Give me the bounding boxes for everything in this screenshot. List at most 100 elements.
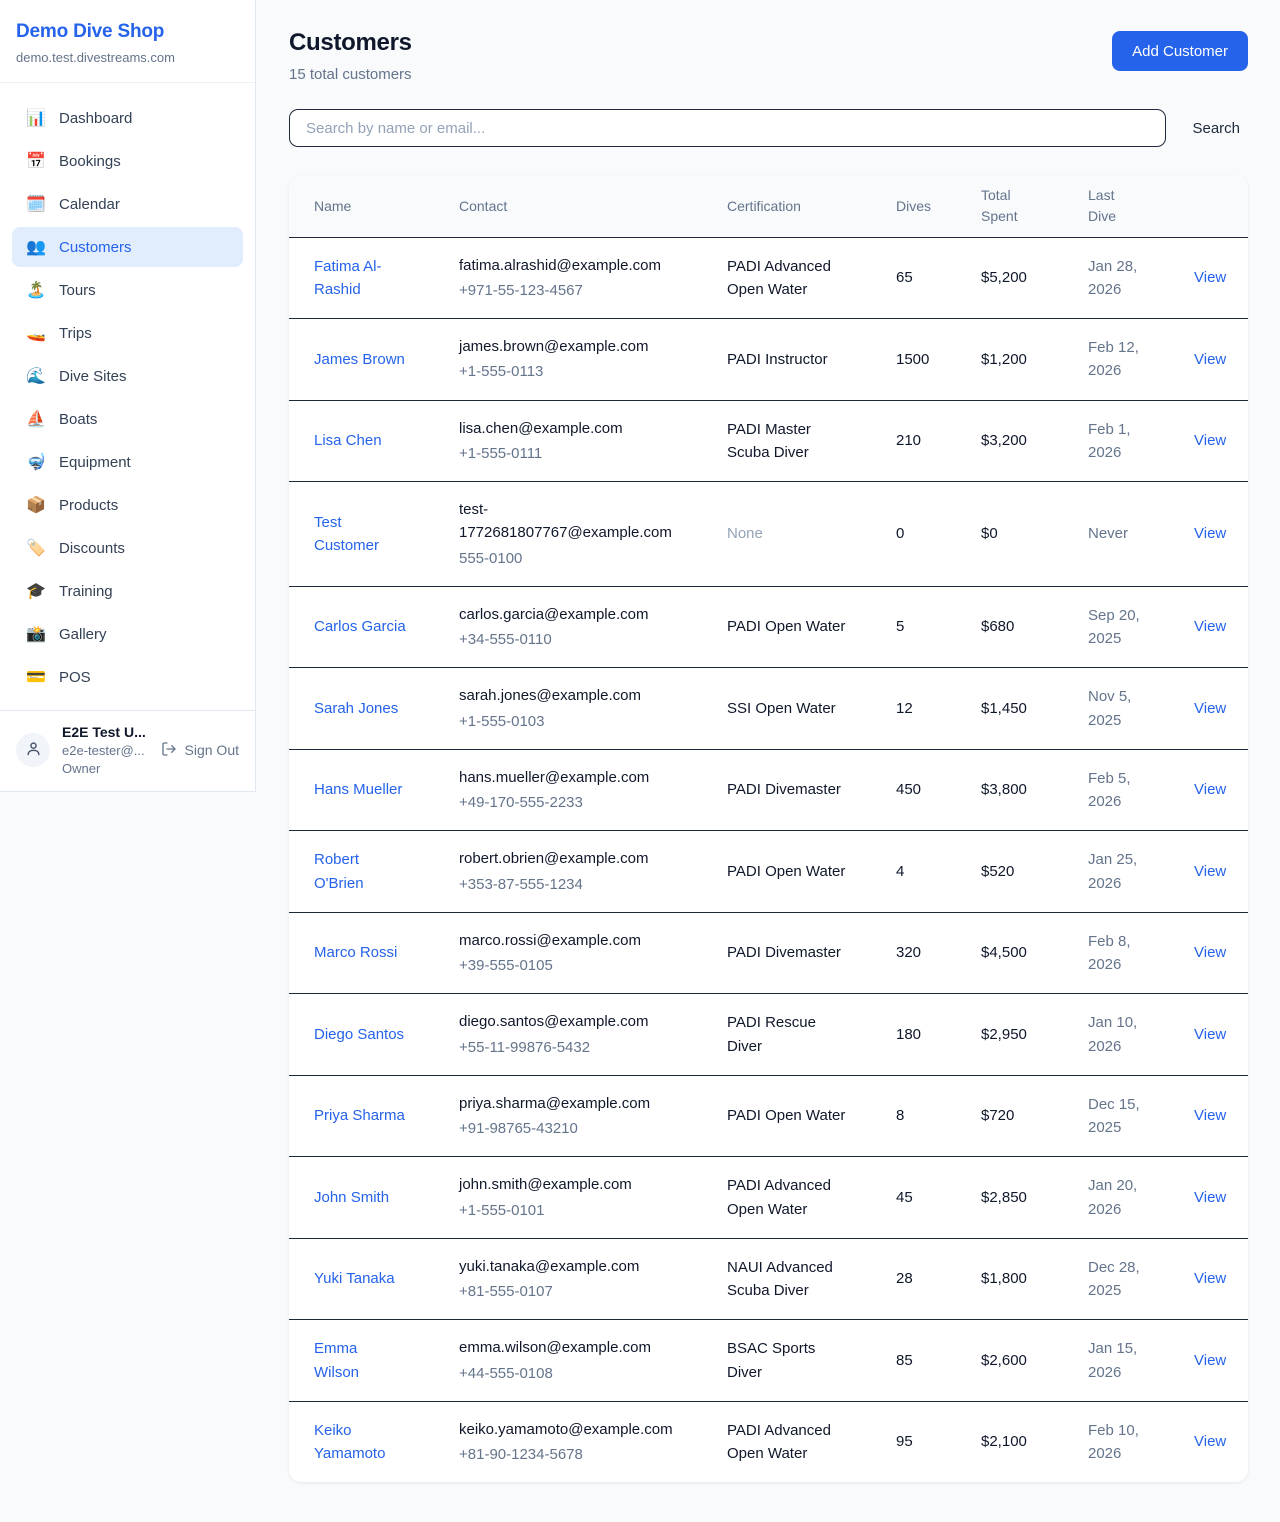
sidebar-item-trips[interactable]: 🚤 Trips [12, 313, 243, 353]
view-link[interactable]: View [1194, 1270, 1226, 1287]
customer-phone: +1-555-0101 [459, 1199, 709, 1222]
customer-certification: PADI Advanced Open Water [727, 1419, 849, 1466]
sidebar-item-tours[interactable]: 🏝️ Tours [12, 270, 243, 310]
customer-name-link[interactable]: Carlos Garcia [314, 615, 406, 638]
customer-last-dive: Jan 20, 2026 [1088, 1174, 1152, 1221]
customer-email: yuki.tanaka@example.com [459, 1255, 677, 1278]
view-link[interactable]: View [1194, 1352, 1226, 1369]
customer-last-dive: Jan 25, 2026 [1088, 848, 1152, 895]
customer-email: sarah.jones@example.com [459, 684, 677, 707]
user-icon [25, 740, 42, 761]
customer-name-link[interactable]: John Smith [314, 1186, 389, 1209]
table-row: Hans Mueller hans.mueller@example.com +4… [289, 749, 1248, 831]
customer-certification: PADI Rescue Diver [727, 1011, 849, 1058]
customer-total-spent: $2,850 [981, 1189, 1027, 1206]
customer-name-link[interactable]: Sarah Jones [314, 697, 398, 720]
table-row: Diego Santos diego.santos@example.com +5… [289, 994, 1248, 1076]
view-link[interactable]: View [1194, 432, 1226, 449]
sidebar-item-calendar[interactable]: 🗓️ Calendar [12, 184, 243, 224]
column-header-total-spent: Total Spent [981, 175, 1088, 237]
sidebar-item-equipment[interactable]: 🤿 Equipment [12, 442, 243, 482]
customer-name-link[interactable]: James Brown [314, 348, 405, 371]
view-link[interactable]: View [1194, 863, 1226, 880]
customer-dives: 210 [896, 432, 921, 449]
table-row: Robert O'Brien robert.obrien@example.com… [289, 831, 1248, 913]
view-link[interactable]: View [1194, 1189, 1226, 1206]
search-input[interactable] [289, 109, 1166, 147]
sidebar-item-products[interactable]: 📦 Products [12, 485, 243, 525]
table-row: Priya Sharma priya.sharma@example.com +9… [289, 1075, 1248, 1157]
view-link[interactable]: View [1194, 700, 1226, 717]
user-section: E2E Test U... e2e-tester@... Owner Sign … [0, 710, 255, 791]
customer-name-link[interactable]: Marco Rossi [314, 941, 397, 964]
customers-icon: 👥 [26, 237, 46, 257]
customer-dives: 95 [896, 1433, 913, 1450]
view-link[interactable]: View [1194, 1107, 1226, 1124]
view-link[interactable]: View [1194, 351, 1226, 368]
sidebar-item-customers[interactable]: 👥 Customers [12, 227, 243, 267]
customer-last-dive: Jan 28, 2026 [1088, 255, 1152, 302]
user-info: E2E Test U... e2e-tester@... Owner [62, 724, 149, 776]
customer-total-spent: $2,600 [981, 1352, 1027, 1369]
user-email: e2e-tester@... [62, 743, 149, 758]
view-link[interactable]: View [1194, 1433, 1226, 1450]
customer-name-link[interactable]: Robert O'Brien [314, 848, 406, 895]
sidebar-item-dive-sites[interactable]: 🌊 Dive Sites [12, 356, 243, 396]
customer-name-link[interactable]: Diego Santos [314, 1023, 404, 1046]
sidebar-item-pos[interactable]: 💳 POS [12, 657, 243, 697]
add-customer-button[interactable]: Add Customer [1112, 31, 1248, 71]
customer-phone: +44-555-0108 [459, 1362, 709, 1385]
customers-table: NameContactCertificationDivesTotal Spent… [289, 175, 1248, 1482]
sidebar-item-gallery[interactable]: 📸 Gallery [12, 614, 243, 654]
customer-total-spent: $720 [981, 1107, 1014, 1124]
table-row: Keiko Yamamoto keiko.yamamoto@example.co… [289, 1401, 1248, 1482]
dashboard-icon: 📊 [26, 108, 46, 128]
table-row: Fatima Al-Rashid fatima.alrashid@example… [289, 237, 1248, 319]
search-row: Search [289, 109, 1248, 147]
page-header: Customers 15 total customers Add Custome… [289, 29, 1248, 83]
customer-email: priya.sharma@example.com [459, 1092, 677, 1115]
customer-certification: SSI Open Water [727, 697, 849, 720]
sidebar-item-discounts[interactable]: 🏷️ Discounts [12, 528, 243, 568]
customer-name-link[interactable]: Hans Mueller [314, 778, 402, 801]
customer-total-spent: $1,450 [981, 700, 1027, 717]
view-link[interactable]: View [1194, 781, 1226, 798]
customer-dives: 1500 [896, 351, 929, 368]
table-header-row: NameContactCertificationDivesTotal Spent… [289, 175, 1248, 237]
customer-name-link[interactable]: Fatima Al-Rashid [314, 255, 406, 302]
customer-email: robert.obrien@example.com [459, 847, 677, 870]
customer-last-dive: Jan 15, 2026 [1088, 1337, 1152, 1384]
customer-email: diego.santos@example.com [459, 1010, 677, 1033]
customer-phone: +353-87-555-1234 [459, 873, 709, 896]
customer-name-link[interactable]: Lisa Chen [314, 429, 382, 452]
customer-name-link[interactable]: Keiko Yamamoto [314, 1419, 406, 1466]
view-link[interactable]: View [1194, 1026, 1226, 1043]
customer-email: emma.wilson@example.com [459, 1336, 677, 1359]
view-link[interactable]: View [1194, 525, 1226, 542]
customer-name-link[interactable]: Test Customer [314, 511, 406, 558]
customer-email: marco.rossi@example.com [459, 929, 677, 952]
sidebar-header: Demo Dive Shop demo.test.divestreams.com [0, 0, 255, 83]
view-link[interactable]: View [1194, 944, 1226, 961]
sidebar-item-bookings[interactable]: 📅 Bookings [12, 141, 243, 181]
sidebar-item-dashboard[interactable]: 📊 Dashboard [12, 98, 243, 138]
bookings-icon: 📅 [26, 151, 46, 171]
gallery-icon: 📸 [26, 624, 46, 644]
sidebar-item-training[interactable]: 🎓 Training [12, 571, 243, 611]
customer-phone: +971-55-123-4567 [459, 279, 709, 302]
customer-dives: 8 [896, 1107, 904, 1124]
view-link[interactable]: View [1194, 269, 1226, 286]
search-button[interactable]: Search [1192, 120, 1248, 137]
customer-name-link[interactable]: Emma Wilson [314, 1337, 406, 1384]
sign-out-button[interactable]: Sign Out [161, 741, 239, 760]
customer-name-link[interactable]: Yuki Tanaka [314, 1267, 395, 1290]
customer-phone: +49-170-555-2233 [459, 791, 709, 814]
customer-phone: +1-555-0113 [459, 360, 709, 383]
column-header-dives: Dives [896, 175, 981, 237]
view-link[interactable]: View [1194, 618, 1226, 635]
table-row: Lisa Chen lisa.chen@example.com +1-555-0… [289, 400, 1248, 482]
customer-name-link[interactable]: Priya Sharma [314, 1104, 405, 1127]
customer-dives: 4 [896, 863, 904, 880]
customer-last-dive: Sep 20, 2025 [1088, 604, 1152, 651]
sidebar-item-boats[interactable]: ⛵ Boats [12, 399, 243, 439]
